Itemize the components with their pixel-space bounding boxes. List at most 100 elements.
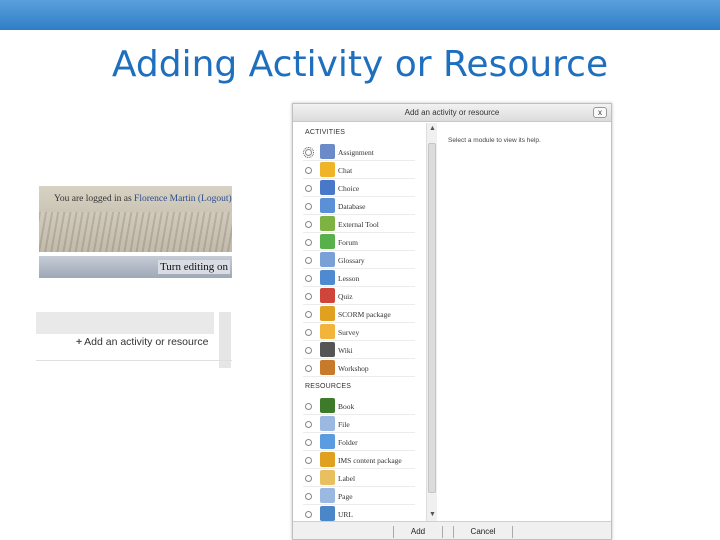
scorm-icon bbox=[320, 306, 335, 321]
module-help-text: Select a module to view its help. bbox=[448, 137, 541, 144]
module-option[interactable]: Assignment bbox=[303, 143, 415, 161]
radio-button[interactable] bbox=[305, 365, 312, 372]
section-header bbox=[36, 312, 214, 334]
module-option-label: Page bbox=[338, 492, 353, 501]
module-option[interactable]: SCORM package bbox=[303, 305, 415, 323]
module-option[interactable]: Wiki bbox=[303, 341, 415, 359]
login-info: You are logged in as Florence Martin (Lo… bbox=[54, 194, 232, 204]
url-icon bbox=[320, 506, 335, 521]
dialog-title: Add an activity or resource bbox=[404, 108, 500, 117]
module-option[interactable]: URL bbox=[303, 505, 415, 521]
module-option-label: Book bbox=[338, 402, 355, 411]
radio-button[interactable] bbox=[305, 347, 312, 354]
radio-button[interactable] bbox=[305, 185, 312, 192]
module-option[interactable]: Database bbox=[303, 197, 415, 215]
close-icon[interactable]: x bbox=[593, 107, 607, 118]
editing-bar: Turn editing on bbox=[39, 256, 232, 278]
ims-package-icon bbox=[320, 452, 335, 467]
resources-heading: RESOURCES bbox=[305, 383, 352, 390]
radio-button[interactable] bbox=[303, 147, 314, 158]
options-scrollbar[interactable]: ▲ ▼ bbox=[426, 123, 437, 521]
turn-editing-on-button[interactable]: Turn editing on bbox=[157, 260, 230, 274]
radio-button[interactable] bbox=[305, 293, 312, 300]
radio-button[interactable] bbox=[305, 275, 312, 282]
radio-button[interactable] bbox=[305, 239, 312, 246]
module-options-list: ACTIVITIES Assignment Chat Choice Database Ex… bbox=[293, 123, 437, 521]
module-option-label: Forum bbox=[338, 238, 359, 247]
add-activity-label: Add an activity or resource bbox=[84, 336, 209, 348]
module-option[interactable]: Choice bbox=[303, 179, 415, 197]
add-button[interactable]: Add bbox=[393, 526, 443, 538]
radio-button[interactable] bbox=[305, 167, 312, 174]
plus-icon: + bbox=[76, 336, 83, 348]
module-option-label: Wiki bbox=[338, 346, 353, 355]
module-option-label: Database bbox=[338, 202, 366, 211]
module-option[interactable]: Survey bbox=[303, 323, 415, 341]
lesson-icon bbox=[320, 270, 335, 285]
user-link[interactable]: Florence Martin bbox=[134, 194, 195, 204]
folder-icon bbox=[320, 434, 335, 449]
module-option[interactable]: IMS content package bbox=[303, 451, 415, 469]
cancel-button[interactable]: Cancel bbox=[453, 526, 513, 538]
login-prefix: You are logged in as bbox=[54, 194, 135, 204]
scroll-thumb[interactable] bbox=[428, 143, 436, 493]
module-option[interactable]: Workshop bbox=[303, 359, 415, 377]
module-option[interactable]: Glossary bbox=[303, 251, 415, 269]
radio-button[interactable] bbox=[305, 311, 312, 318]
top-banner bbox=[0, 0, 720, 30]
module-option-label: Chat bbox=[338, 166, 353, 175]
module-option-label: Quiz bbox=[338, 292, 353, 301]
quiz-icon bbox=[320, 288, 335, 303]
module-option[interactable]: External Tool bbox=[303, 215, 415, 233]
radio-button[interactable] bbox=[305, 221, 312, 228]
section-divider bbox=[36, 360, 232, 361]
forum-icon bbox=[320, 234, 335, 249]
module-option[interactable]: File bbox=[303, 415, 415, 433]
radio-button[interactable] bbox=[305, 257, 312, 264]
book-icon bbox=[320, 398, 335, 413]
module-option[interactable]: Book bbox=[303, 397, 415, 415]
survey-icon bbox=[320, 324, 335, 339]
database-icon bbox=[320, 198, 335, 213]
radio-button[interactable] bbox=[305, 457, 312, 464]
activities-heading: ACTIVITIES bbox=[305, 129, 346, 136]
module-option-label: Glossary bbox=[338, 256, 365, 265]
module-option[interactable]: Chat bbox=[303, 161, 415, 179]
module-option-label: Survey bbox=[338, 328, 360, 337]
module-option[interactable]: Forum bbox=[303, 233, 415, 251]
module-option-label: External Tool bbox=[338, 220, 379, 229]
file-icon bbox=[320, 416, 335, 431]
radio-button[interactable] bbox=[305, 329, 312, 336]
logout-link[interactable]: (Logout) bbox=[198, 194, 232, 204]
module-option-label: File bbox=[338, 420, 350, 429]
module-option-label: Lesson bbox=[338, 274, 360, 283]
wiki-icon bbox=[320, 342, 335, 357]
scroll-down-icon[interactable]: ▼ bbox=[427, 509, 438, 521]
module-option-label: URL bbox=[338, 510, 353, 519]
external-tool-icon bbox=[320, 216, 335, 231]
banner-background bbox=[39, 212, 232, 252]
radio-button[interactable] bbox=[305, 475, 312, 482]
assignment-icon bbox=[320, 144, 335, 159]
module-option[interactable]: Quiz bbox=[303, 287, 415, 305]
radio-button[interactable] bbox=[305, 203, 312, 210]
radio-button[interactable] bbox=[305, 421, 312, 428]
choice-icon bbox=[320, 180, 335, 195]
radio-button[interactable] bbox=[305, 493, 312, 500]
module-option-label: Folder bbox=[338, 438, 358, 447]
module-option-label: SCORM package bbox=[338, 310, 391, 319]
module-option[interactable]: Lesson bbox=[303, 269, 415, 287]
module-option[interactable]: Label bbox=[303, 469, 415, 487]
add-activity-dialog: Add an activity or resource x ACTIVITIES… bbox=[292, 103, 612, 540]
module-option[interactable]: Folder bbox=[303, 433, 415, 451]
radio-button[interactable] bbox=[305, 511, 312, 518]
login-banner: You are logged in as Florence Martin (Lo… bbox=[39, 186, 232, 252]
module-option-label: IMS content package bbox=[338, 456, 402, 465]
add-activity-link[interactable]: + Add an activity or resource bbox=[76, 336, 208, 348]
module-option-label: Assignment bbox=[338, 148, 374, 157]
scroll-up-icon[interactable]: ▲ bbox=[427, 123, 438, 135]
module-option-label: Label bbox=[338, 474, 356, 483]
radio-button[interactable] bbox=[305, 439, 312, 446]
radio-button[interactable] bbox=[305, 403, 312, 410]
module-option[interactable]: Page bbox=[303, 487, 415, 505]
